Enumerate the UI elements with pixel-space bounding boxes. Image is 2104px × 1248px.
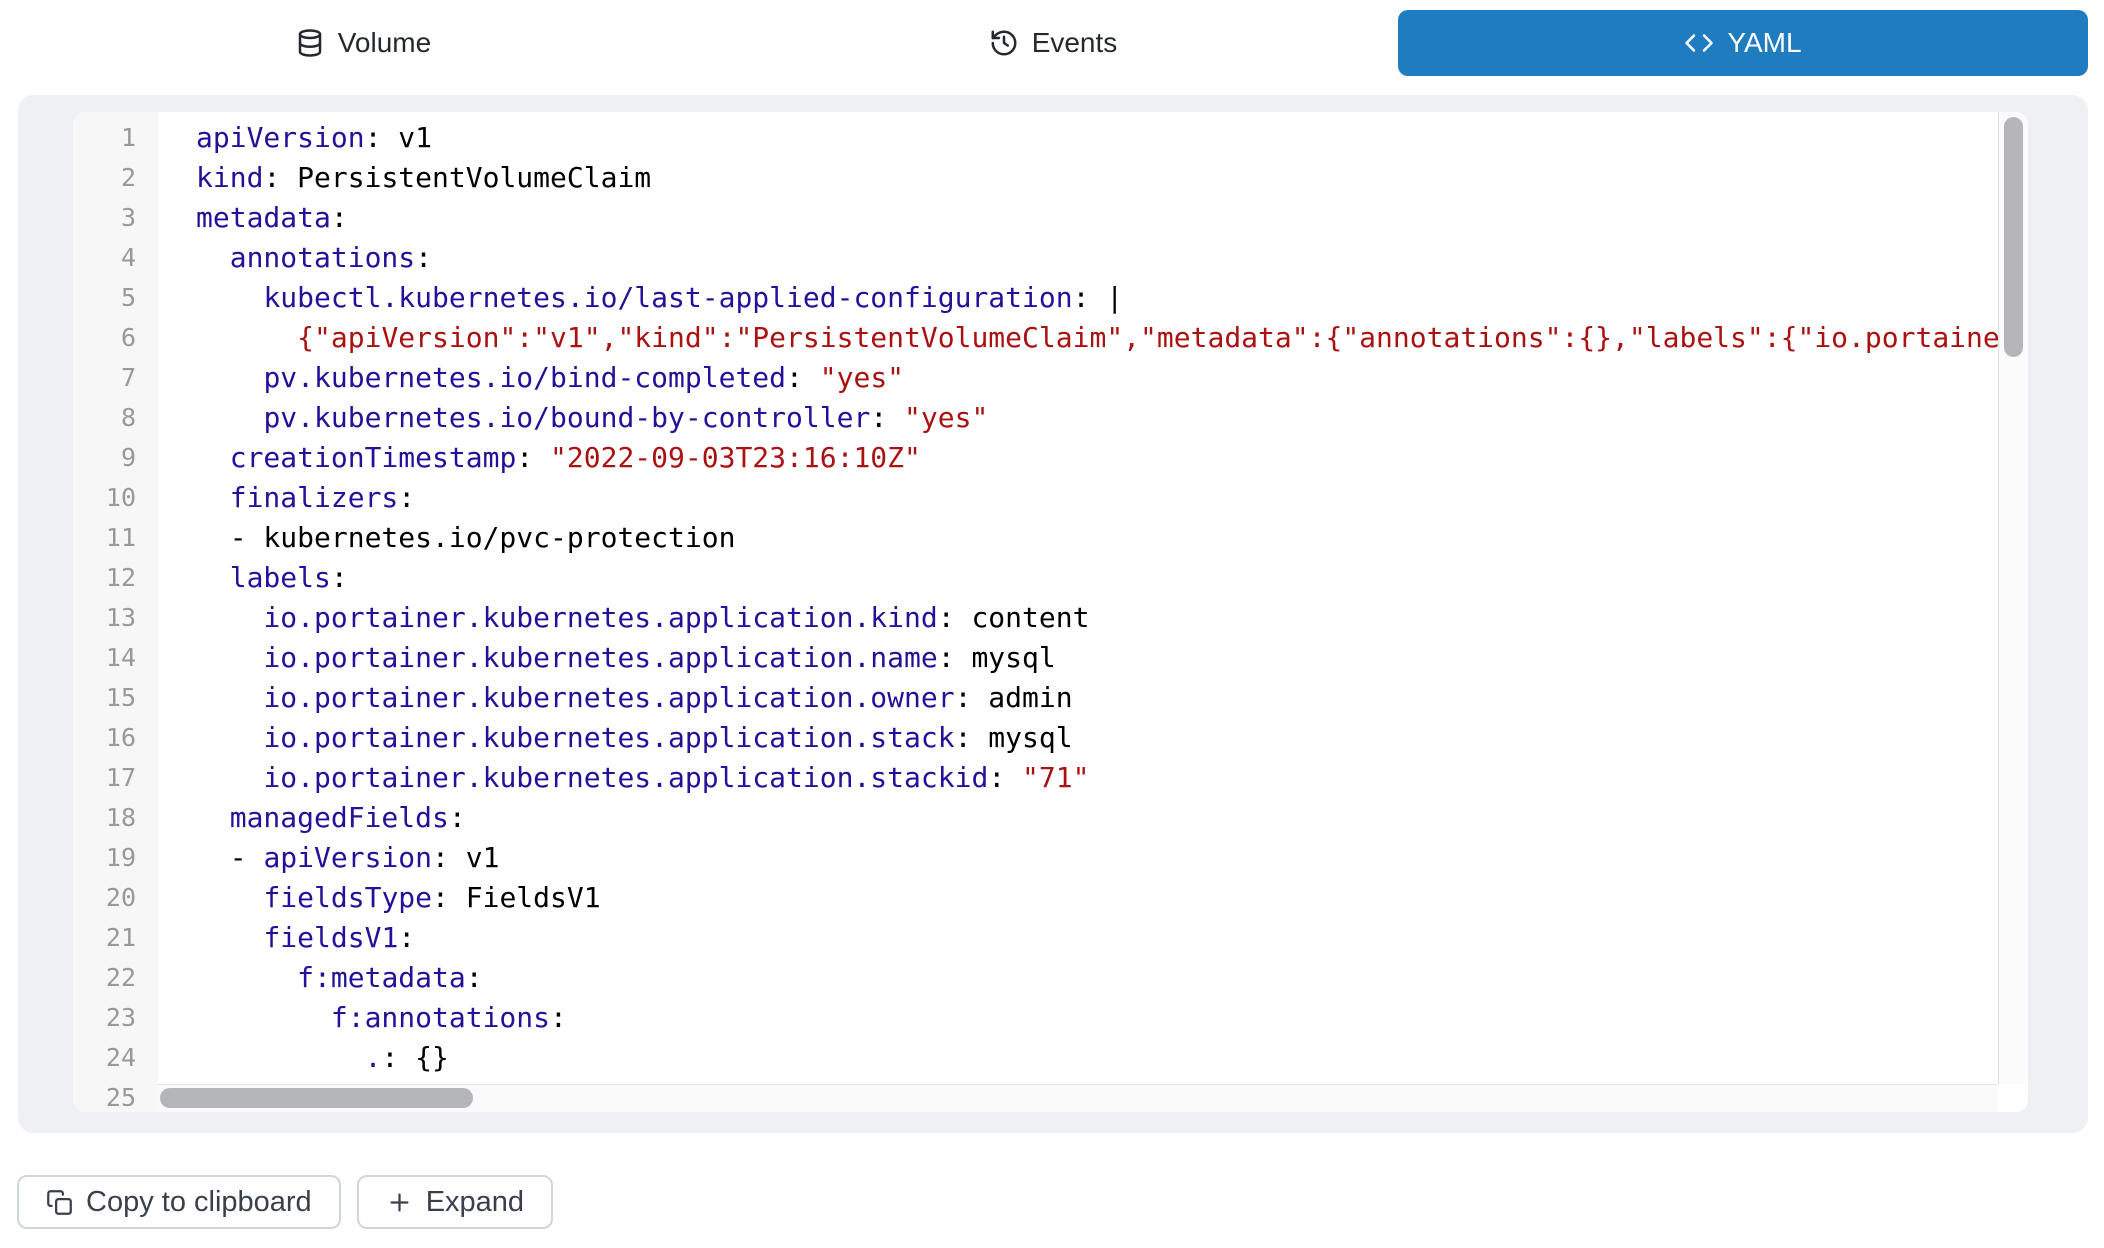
line-number: 5 [73, 278, 136, 318]
code-line: io.portainer.kubernetes.application.name… [196, 638, 2028, 678]
code-line: apiVersion: v1 [196, 118, 2028, 158]
line-number: 4 [73, 238, 136, 278]
code-line: kind: PersistentVolumeClaim [196, 158, 2028, 198]
database-icon [295, 28, 325, 58]
code-line: io.portainer.kubernetes.application.stac… [196, 758, 2028, 798]
code-line: annotations: [196, 238, 2028, 278]
tab-events[interactable]: Events [708, 10, 1398, 76]
expand-button[interactable]: Expand [357, 1175, 553, 1229]
code-line: io.portainer.kubernetes.application.stac… [196, 718, 2028, 758]
horizontal-scrollbar-thumb[interactable] [160, 1088, 473, 1108]
line-number: 20 [73, 878, 136, 918]
line-number: 8 [73, 398, 136, 438]
line-number: 18 [73, 798, 136, 838]
copy-icon [46, 1189, 73, 1216]
line-number: 1 [73, 118, 136, 158]
copy-to-clipboard-button[interactable]: Copy to clipboard [17, 1175, 341, 1229]
code-line: fieldsType: FieldsV1 [196, 878, 2028, 918]
code-line: io.portainer.kubernetes.application.kind… [196, 598, 2028, 638]
volume-details-page: Volume Events YAML 123456789101112131415… [0, 0, 2104, 1248]
code-line: pv.kubernetes.io/bound-by-controller: "y… [196, 398, 2028, 438]
line-number: 2 [73, 158, 136, 198]
line-number: 25 [73, 1078, 136, 1112]
code-line: fieldsV1: [196, 918, 2028, 958]
gutter: 1234567891011121314151617181920212223242… [73, 112, 158, 1112]
tab-bar: Volume Events YAML [18, 10, 2088, 76]
line-number: 24 [73, 1038, 136, 1078]
code-line: pv.kubernetes.io/bind-completed: "yes" [196, 358, 2028, 398]
line-number: 13 [73, 598, 136, 638]
code-line: {"apiVersion":"v1","kind":"PersistentVol… [196, 318, 2028, 358]
line-number: 15 [73, 678, 136, 718]
code-line: finalizers: [196, 478, 2028, 518]
line-number: 6 [73, 318, 136, 358]
line-number: 9 [73, 438, 136, 478]
code-line: f:metadata: [196, 958, 2028, 998]
action-buttons: Copy to clipboard Expand [17, 1175, 553, 1229]
line-number: 16 [73, 718, 136, 758]
yaml-code-editor[interactable]: 1234567891011121314151617181920212223242… [73, 112, 2028, 1112]
yaml-panel: 1234567891011121314151617181920212223242… [18, 95, 2088, 1133]
code-icon [1684, 28, 1714, 58]
line-number: 10 [73, 478, 136, 518]
line-number: 11 [73, 518, 136, 558]
line-number: 21 [73, 918, 136, 958]
code-line: managedFields: [196, 798, 2028, 838]
expand-button-label: Expand [426, 1186, 524, 1219]
plus-icon [386, 1189, 413, 1216]
line-number: 17 [73, 758, 136, 798]
code-line: - apiVersion: v1 [196, 838, 2028, 878]
code-line: - kubernetes.io/pvc-protection [196, 518, 2028, 558]
code-line: .: {} [196, 1038, 2028, 1078]
line-number: 19 [73, 838, 136, 878]
tab-volume-label: Volume [338, 27, 431, 59]
tab-yaml[interactable]: YAML [1398, 10, 2088, 76]
code-line: labels: [196, 558, 2028, 598]
tab-events-label: Events [1032, 27, 1118, 59]
code-line: kubectl.kubernetes.io/last-applied-confi… [196, 278, 2028, 318]
code-line: creationTimestamp: "2022-09-03T23:16:10Z… [196, 438, 2028, 478]
line-number: 23 [73, 998, 136, 1038]
line-number: 12 [73, 558, 136, 598]
code-line: metadata: [196, 198, 2028, 238]
code-lines: apiVersion: v1kind: PersistentVolumeClai… [158, 112, 2028, 1112]
copy-button-label: Copy to clipboard [86, 1186, 312, 1219]
code-line: f:annotations: [196, 998, 2028, 1038]
history-icon [989, 28, 1019, 58]
code-line: io.portainer.kubernetes.application.owne… [196, 678, 2028, 718]
line-number: 3 [73, 198, 136, 238]
line-number: 14 [73, 638, 136, 678]
line-number: 7 [73, 358, 136, 398]
line-number: 22 [73, 958, 136, 998]
vertical-scrollbar-thumb[interactable] [2004, 117, 2023, 357]
tab-yaml-label: YAML [1727, 27, 1801, 59]
tab-volume[interactable]: Volume [18, 10, 708, 76]
